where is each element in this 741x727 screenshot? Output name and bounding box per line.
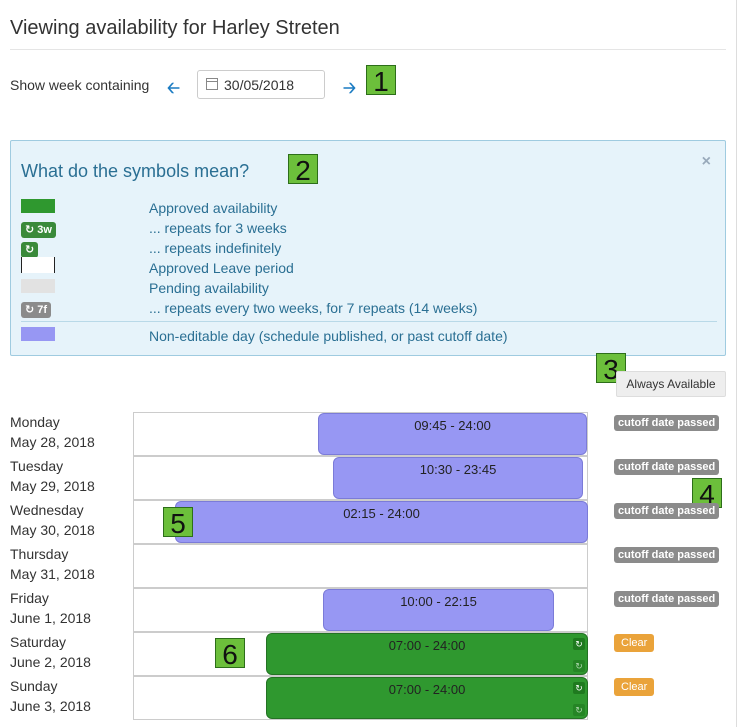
week-date-input[interactable]: 30/05/2018 <box>197 70 325 99</box>
day-timeline-friday[interactable]: 10:00 - 22:15 <box>133 588 588 632</box>
callout-5: 5 <box>163 507 193 539</box>
day-name: Sunday <box>10 678 58 694</box>
legend-item-approved: Approved availability <box>149 200 278 216</box>
title-divider <box>10 49 726 50</box>
calendar-icon <box>206 78 218 90</box>
page-title: Viewing availability for Harley Streten <box>10 17 340 39</box>
prev-week-arrow-icon[interactable]: 🡠 <box>167 77 180 104</box>
availability-block[interactable]: 02:15 - 24:00 <box>175 501 588 543</box>
right-divider <box>736 0 737 727</box>
day-name: Tuesday <box>10 458 64 474</box>
repeat-fortnight-chip: ↻ 7f <box>21 300 52 318</box>
availability-block[interactable]: 09:45 - 24:00 <box>318 413 587 455</box>
repeat-icon: ↻ <box>573 660 585 672</box>
non-editable-swatch <box>21 327 55 341</box>
repeat-icon: ↻ <box>573 704 585 716</box>
availability-block[interactable]: 07:00 - 24:00 ↻ ↻ <box>266 677 588 719</box>
cutoff-badge: cutoff date passed <box>614 503 720 519</box>
next-week-arrow-icon[interactable]: 🡢 <box>343 77 356 104</box>
repeat-indefinite-chip: ↻ <box>21 240 39 258</box>
cutoff-badge: cutoff date passed <box>614 547 720 563</box>
day-timeline-monday[interactable]: 09:45 - 24:00 <box>133 412 588 456</box>
cutoff-badge: cutoff date passed <box>614 591 720 607</box>
legend-item-repeat-indefinite: ... repeats indefinitely <box>149 240 282 256</box>
repeat-icon: ↻ <box>573 682 585 694</box>
callout-2: 2 <box>288 154 318 186</box>
clear-button[interactable]: Clear <box>614 678 655 696</box>
clear-button[interactable]: Clear <box>614 634 655 652</box>
day-date: June 3, 2018 <box>10 698 91 714</box>
callout-6: 6 <box>215 638 245 670</box>
legend-item-non-editable: Non-editable day (schedule published, or… <box>149 328 508 344</box>
repeat-icon: ↻ <box>573 638 585 650</box>
legend-divider <box>21 321 717 322</box>
repeat-icon: ↻ <box>25 304 35 316</box>
week-label: Show week containing <box>10 77 150 93</box>
day-timeline-tuesday[interactable]: 10:30 - 23:45 <box>133 456 588 500</box>
repeat-weeks-chip: ↻ 3w <box>21 220 56 238</box>
legend-item-pending: Pending availability <box>149 280 269 296</box>
day-timeline-saturday[interactable]: 07:00 - 24:00 ↻ ↻ <box>133 632 588 676</box>
day-name: Saturday <box>10 634 67 650</box>
day-timeline-thursday[interactable] <box>133 544 588 588</box>
legend-item-repeat-weeks: ... repeats for 3 weeks <box>149 220 287 236</box>
day-date: May 29, 2018 <box>10 478 95 494</box>
day-timeline-sunday[interactable]: 07:00 - 24:00 ↻ ↻ <box>133 676 588 720</box>
callout-1: 1 <box>366 65 396 97</box>
pending-swatch <box>21 279 55 293</box>
legend-item-leave: Approved Leave period <box>149 260 294 276</box>
repeat-icon: ↻ <box>25 244 35 256</box>
cutoff-badge: cutoff date passed <box>614 459 720 475</box>
day-date: May 31, 2018 <box>10 566 95 582</box>
availability-block[interactable]: 07:00 - 24:00 ↻ ↻ <box>266 633 588 675</box>
legend-title: What do the symbols mean? <box>21 161 250 181</box>
close-icon[interactable]: × <box>702 153 711 171</box>
approved-swatch <box>21 199 55 213</box>
repeat-icon: ↻ <box>25 224 35 236</box>
day-timeline-wednesday[interactable]: 02:15 - 24:00 <box>133 500 588 544</box>
day-name: Thursday <box>10 546 69 562</box>
day-name: Wednesday <box>10 502 84 518</box>
availability-block[interactable]: 10:00 - 22:15 <box>323 589 554 631</box>
day-date: June 1, 2018 <box>10 610 91 626</box>
day-date: May 30, 2018 <box>10 522 95 538</box>
week-date-value: 30/05/2018 <box>224 77 295 93</box>
symbols-legend: What do the symbols mean? × Approved ava… <box>10 140 726 356</box>
always-available-button[interactable]: Always Available <box>616 371 726 397</box>
day-date: June 2, 2018 <box>10 654 91 670</box>
day-date: May 28, 2018 <box>10 434 95 450</box>
availability-block[interactable]: 10:30 - 23:45 <box>333 457 583 499</box>
day-name: Monday <box>10 414 60 430</box>
day-name: Friday <box>10 590 49 606</box>
leave-swatch <box>21 257 55 273</box>
legend-item-repeat-fortnight: ... repeats every two weeks, for 7 repea… <box>149 300 478 316</box>
cutoff-badge: cutoff date passed <box>614 415 720 431</box>
